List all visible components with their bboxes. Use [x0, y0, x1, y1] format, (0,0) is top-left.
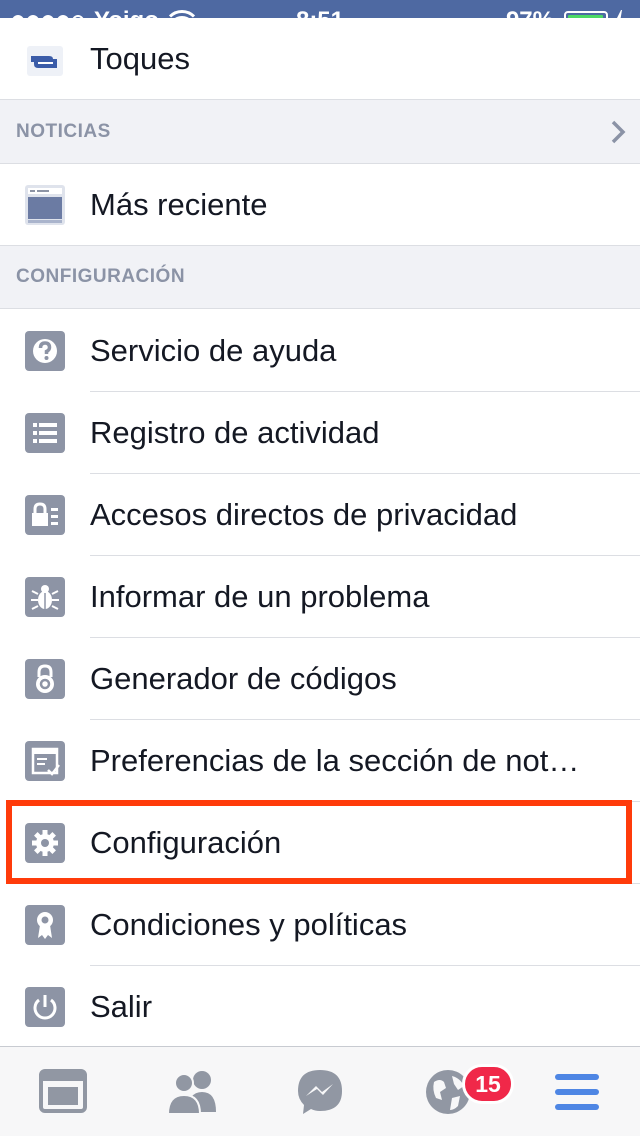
menu-item-mas-reciente[interactable]: Más reciente — [0, 164, 640, 246]
bug-icon — [25, 577, 65, 617]
menu-item-label: Servicio de ayuda — [90, 333, 337, 368]
menu-item-label: Salir — [90, 989, 153, 1024]
section-header-noticias[interactable]: NOTICIAS — [0, 99, 640, 164]
menu-item-configuracion[interactable]: Configuración — [0, 802, 640, 884]
menu-item-label: Configuración — [90, 825, 282, 860]
gear-icon — [25, 823, 65, 863]
menu-item-label: Más reciente — [90, 187, 268, 222]
menu-item-toques[interactable]: Toques — [0, 18, 640, 100]
pointing-hand-icon — [27, 46, 63, 76]
menu-item-label: Registro de actividad — [90, 415, 380, 450]
messenger-tab-icon[interactable] — [295, 1068, 345, 1116]
list-icon — [25, 413, 65, 453]
news-feed-tab-icon[interactable] — [38, 1068, 88, 1114]
menu-tab-icon[interactable] — [554, 1072, 600, 1112]
menu-item-informar-problema[interactable]: Informar de un problema — [0, 556, 640, 638]
menu-item-label: Preferencias de la sección de not… — [90, 743, 580, 778]
menu-item-preferencias-noticias[interactable]: Preferencias de la sección de not… — [0, 720, 640, 802]
menu-item-label: Toques — [90, 41, 190, 76]
menu-item-servicio-ayuda[interactable]: Servicio de ayuda — [0, 310, 640, 392]
news-feed-icon — [25, 185, 65, 225]
friends-tab-icon[interactable] — [164, 1068, 220, 1114]
edit-feed-icon — [25, 741, 65, 781]
menu-item-label: Condiciones y políticas — [90, 907, 408, 942]
menu-item-registro-actividad[interactable]: Registro de actividad — [0, 392, 640, 474]
menu-item-generador-codigos[interactable]: Generador de códigos — [0, 638, 640, 720]
question-icon — [25, 331, 65, 371]
menu-item-accesos-privacidad[interactable]: Accesos directos de privacidad — [0, 474, 640, 556]
menu-item-label: Generador de códigos — [90, 661, 397, 696]
section-label: NOTICIAS — [16, 121, 111, 142]
menu-item-label: Accesos directos de privacidad — [90, 497, 518, 532]
chevron-right-icon — [611, 120, 626, 144]
lock-list-icon — [25, 495, 65, 535]
menu-item-condiciones-politicas[interactable]: Condiciones y políticas — [0, 884, 640, 966]
menu-item-salir[interactable]: Salir — [0, 966, 640, 1048]
section-header-configuracion: CONFIGURACIÓN — [0, 245, 640, 309]
power-icon — [25, 987, 65, 1027]
padlock-icon — [25, 659, 65, 699]
menu-item-label: Informar de un problema — [90, 579, 430, 614]
ribbon-icon — [25, 905, 65, 945]
notifications-badge: 15 — [462, 1064, 514, 1104]
section-label: CONFIGURACIÓN — [16, 266, 186, 287]
